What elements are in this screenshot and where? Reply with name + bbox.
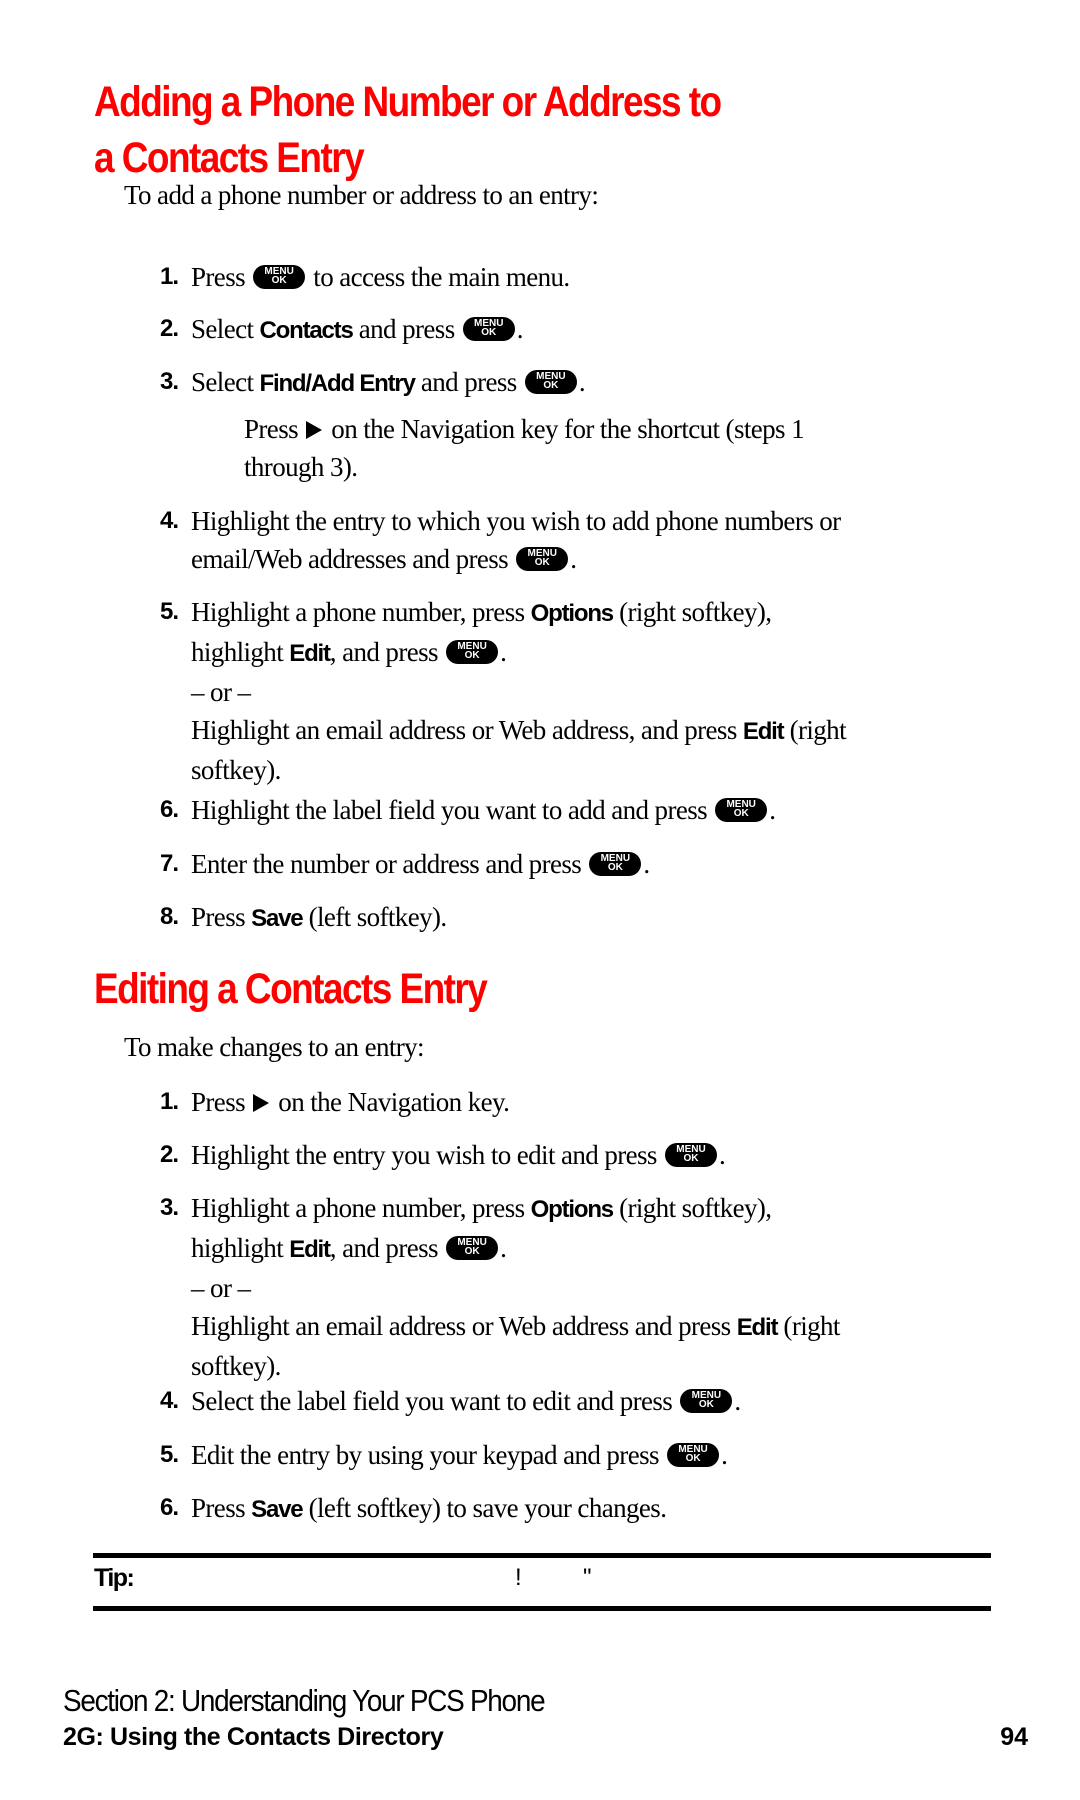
section2-intro: To make changes to an entry:: [124, 1032, 425, 1062]
section1-step-5: 5. Highlight a phone number, press Optio…: [160, 593, 1010, 789]
navigation-right-arrow-icon: [306, 421, 323, 439]
menu-term-edit: Edit: [289, 640, 331, 667]
step-number: 5.: [160, 598, 179, 625]
menu-term-edit: Edit: [289, 1236, 331, 1263]
tip-glyph: !: [515, 1564, 522, 1591]
section2-step-5: 5. Edit the entry by using your keypad a…: [160, 1436, 1010, 1474]
section1-step-6: 6. Highlight the label field you want to…: [160, 791, 1010, 829]
section1-intro: To add a phone number or address to an e…: [124, 180, 599, 210]
menu-ok-key-icon: MENU OK: [589, 852, 642, 876]
softkey-term-options: Options: [530, 1196, 614, 1223]
section2-step-4: 4. Select the label field you want to ed…: [160, 1382, 1010, 1420]
step-number: 2.: [160, 315, 179, 342]
menu-ok-key-icon: MENU OK: [516, 547, 569, 571]
section1-step-7: 7. Enter the number or address and press…: [160, 845, 1010, 883]
shortcut-note: Press on the Navigation key for the shor…: [244, 414, 805, 482]
section1-step-1: 1. Press MENU OK to access the main menu.: [160, 258, 1010, 296]
menu-term-find-add-entry: Find/Add Entry: [259, 370, 416, 397]
section2-step-1: 1. Press on the Navigation key.: [160, 1083, 1010, 1121]
navigation-right-arrow-icon: [253, 1094, 270, 1112]
manual-page: Adding a Phone Number or Address to a Co…: [0, 0, 1080, 1800]
section2-step-3: 3. Highlight a phone number, press Optio…: [160, 1189, 1010, 1385]
tip-glyph: ": [583, 1564, 592, 1591]
section1-step-8: 8. Press Save (left softkey).: [160, 898, 1010, 938]
menu-ok-key-icon: MENU OK: [715, 798, 768, 822]
step-number: 1.: [160, 263, 179, 290]
section1-step-2: 2. Select Contacts and press MENU OK.: [160, 310, 1010, 350]
softkey-term-edit: Edit: [742, 718, 785, 745]
menu-ok-key-icon: MENU OK: [446, 1236, 499, 1260]
step-number: 2.: [160, 1141, 179, 1168]
footer-chapter-title: 2G: Using the Contacts Directory: [63, 1723, 444, 1751]
step-number: 4.: [160, 1387, 179, 1414]
step-number: 3.: [160, 1194, 179, 1221]
menu-ok-key-icon: MENU OK: [665, 1143, 717, 1167]
heading-line-2: a Contacts Entry: [94, 134, 365, 182]
or-separator: – or –: [191, 1273, 251, 1303]
step-number: 6.: [160, 1494, 179, 1521]
section2-step-6: 6. Press Save (left softkey) to save you…: [160, 1489, 1010, 1529]
softkey-term-edit: Edit: [736, 1314, 779, 1341]
section-heading-adding: Adding a Phone Number or Address to a Co…: [94, 74, 722, 186]
menu-ok-key-icon: MENU OK: [524, 370, 577, 394]
section2-step-2: 2. Highlight the entry you wish to edit …: [160, 1136, 1010, 1174]
tip-box: Tip: ! ": [93, 1553, 991, 1611]
step-number: 1.: [160, 1088, 179, 1115]
menu-term-contacts: Contacts: [259, 317, 354, 344]
softkey-term-options: Options: [530, 600, 614, 627]
tip-label: Tip:: [94, 1564, 135, 1592]
softkey-term-save: Save: [251, 905, 303, 932]
step-number: 7.: [160, 850, 179, 877]
footer-section-title: Section 2: Understanding Your PCS Phone: [63, 1683, 546, 1718]
menu-ok-key-icon: MENU OK: [667, 1443, 720, 1467]
step-number: 4.: [160, 507, 179, 534]
section1-step-4: 4. Highlight the entry to which you wish…: [160, 502, 1010, 578]
menu-ok-key-icon: MENU OK: [253, 265, 306, 289]
step-number: 3.: [160, 368, 179, 395]
or-separator: – or –: [191, 677, 251, 707]
heading-line-1: Adding a Phone Number or Address to: [94, 78, 722, 126]
step-number: 8.: [160, 903, 179, 930]
section1-step-3: 3. Select Find/Add Entry and press MENU O…: [160, 363, 1010, 403]
softkey-term-save: Save: [251, 1496, 303, 1523]
section-heading-editing: Editing a Contacts Entry: [94, 965, 488, 1013]
step-number: 6.: [160, 796, 179, 823]
menu-ok-key-icon: MENU OK: [462, 317, 515, 341]
step-number: 5.: [160, 1441, 179, 1468]
menu-ok-key-icon: MENU OK: [680, 1389, 733, 1413]
page-number: 94: [1000, 1723, 1028, 1751]
menu-ok-key-icon: MENU OK: [446, 640, 499, 664]
